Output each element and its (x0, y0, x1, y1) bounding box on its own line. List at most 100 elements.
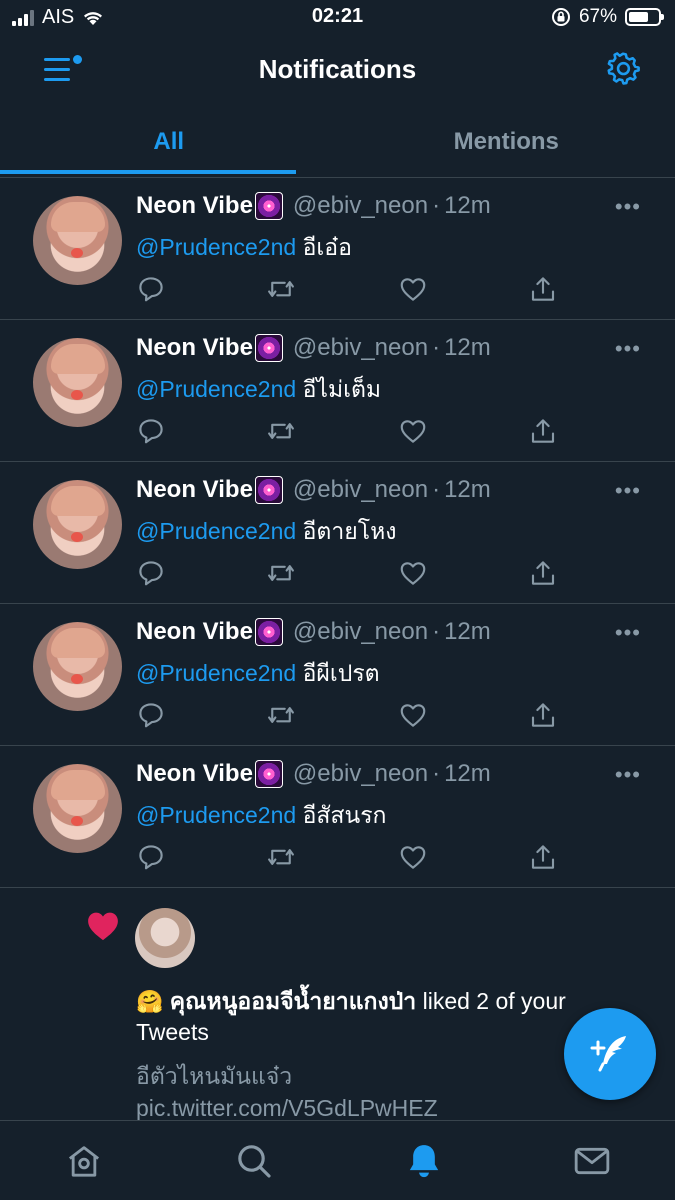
display-name[interactable]: Neon Vibe (136, 334, 253, 362)
tweet[interactable]: Neon Vibe @ebiv_neon · 12m ••• @Prudence… (0, 320, 675, 462)
display-name[interactable]: Neon Vibe (136, 760, 253, 788)
tweet-header: Neon Vibe @ebiv_neon · 12m (136, 760, 491, 788)
tweet-text: @Prudence2nd อีตายโหง (136, 514, 396, 550)
tweet-body: อีตายโหง (302, 518, 397, 544)
handle[interactable]: @ebiv_neon (293, 476, 428, 504)
tweet[interactable]: Neon Vibe @ebiv_neon · 12m ••• @Prudence… (0, 462, 675, 604)
share-icon[interactable] (528, 416, 558, 446)
reply-icon[interactable] (136, 700, 166, 730)
tweet-header: Neon Vibe @ebiv_neon · 12m (136, 334, 491, 362)
retweet-icon[interactable] (266, 274, 296, 304)
handle[interactable]: @ebiv_neon (293, 618, 428, 646)
more-options-icon[interactable]: ••• (615, 762, 641, 788)
mention-link[interactable]: @Prudence2nd (136, 376, 296, 402)
search-icon[interactable] (234, 1141, 274, 1181)
retweet-icon[interactable] (266, 842, 296, 872)
reply-icon[interactable] (136, 274, 166, 304)
sparkle-emoji-icon (254, 334, 283, 362)
avatar[interactable] (33, 764, 122, 853)
handle[interactable]: @ebiv_neon (293, 760, 428, 788)
timestamp: 12m (444, 760, 491, 787)
timestamp: 12m (444, 334, 491, 361)
liker-name[interactable]: คุณหนูออมจีน้ำยาแกงป่า (170, 988, 416, 1014)
display-name[interactable]: Neon Vibe (136, 618, 253, 646)
heart-outline-icon[interactable] (398, 558, 428, 588)
notification-feed[interactable]: Neon Vibe @ebiv_neon · 12m ••• @Prudence… (0, 178, 675, 1124)
avatar[interactable] (33, 338, 122, 427)
tweet-actions (136, 700, 566, 730)
mail-icon[interactable] (572, 1141, 612, 1181)
tweet-text: @Prudence2nd อีเอ๋อ (136, 230, 352, 266)
bell-icon[interactable] (404, 1141, 444, 1181)
gear-icon[interactable] (605, 50, 641, 86)
reply-icon[interactable] (136, 842, 166, 872)
share-icon[interactable] (528, 558, 558, 588)
tab-mentions[interactable]: Mentions (338, 106, 675, 177)
more-options-icon[interactable]: ••• (615, 478, 641, 504)
status-bar: AIS 02:21 67% (0, 0, 675, 36)
tweet-actions (136, 416, 566, 446)
mention-link[interactable]: @Prudence2nd (136, 518, 296, 544)
tweet-text: @Prudence2nd อีไม่เต็ม (136, 372, 381, 408)
tab-all[interactable]: All (0, 106, 338, 177)
tab-bar: All Mentions (0, 106, 675, 178)
tweet[interactable]: Neon Vibe @ebiv_neon · 12m ••• @Prudence… (0, 746, 675, 888)
handle[interactable]: @ebiv_neon (293, 334, 428, 362)
liker-avatar[interactable] (135, 908, 195, 968)
retweet-icon[interactable] (266, 700, 296, 730)
handle[interactable]: @ebiv_neon (293, 192, 428, 220)
more-options-icon[interactable]: ••• (615, 620, 641, 646)
heart-outline-icon[interactable] (398, 842, 428, 872)
avatar[interactable] (33, 622, 122, 711)
timestamp: 12m (444, 192, 491, 219)
display-name[interactable]: Neon Vibe (136, 192, 253, 220)
display-name[interactable]: Neon Vibe (136, 476, 253, 504)
heart-filled-icon (88, 912, 118, 941)
heart-outline-icon[interactable] (398, 274, 428, 304)
tweet-header: Neon Vibe @ebiv_neon · 12m (136, 192, 491, 220)
heart-outline-icon[interactable] (398, 416, 428, 446)
compose-tweet-button[interactable] (564, 1008, 656, 1100)
retweet-icon[interactable] (266, 416, 296, 446)
more-options-icon[interactable]: ••• (615, 194, 641, 220)
tweet[interactable]: Neon Vibe @ebiv_neon · 12m ••• @Prudence… (0, 604, 675, 746)
more-options-icon[interactable]: ••• (615, 336, 641, 362)
separator-dot: · (432, 192, 441, 219)
liked-tweet-preview[interactable]: อีตัวไหนมันแจ๋ว pic.twitter.com/V5GdLPwH… (136, 1060, 536, 1124)
sparkle-emoji-icon (254, 192, 283, 220)
mention-link[interactable]: @Prudence2nd (136, 660, 296, 686)
timestamp: 12m (444, 618, 491, 645)
share-icon[interactable] (528, 842, 558, 872)
tweet-header: Neon Vibe @ebiv_neon · 12m (136, 618, 491, 646)
compose-feather-icon (590, 1036, 626, 1072)
reply-icon[interactable] (136, 416, 166, 446)
separator-dot: · (432, 334, 441, 361)
battery-percent: 67% (578, 6, 617, 27)
tweet[interactable]: Neon Vibe @ebiv_neon · 12m ••• @Prudence… (0, 178, 675, 320)
mention-link[interactable]: @Prudence2nd (136, 234, 296, 260)
orientation-lock-icon (551, 8, 570, 26)
like-summary: 🤗 คุณหนูออมจีน้ำยาแกงป่า liked 2 of your… (136, 986, 636, 1048)
like-notification[interactable]: 🤗 คุณหนูออมจีน้ำยาแกงป่า liked 2 of your… (0, 888, 675, 1124)
reply-icon[interactable] (136, 558, 166, 588)
tweet-header: Neon Vibe @ebiv_neon · 12m (136, 476, 491, 504)
status-right: 67% (551, 6, 664, 28)
mention-link[interactable]: @Prudence2nd (136, 802, 296, 828)
heart-outline-icon[interactable] (398, 700, 428, 730)
sparkle-emoji-icon (254, 618, 283, 646)
share-icon[interactable] (528, 274, 558, 304)
tweet-actions (136, 842, 566, 872)
avatar[interactable] (33, 480, 122, 569)
home-icon[interactable] (64, 1141, 104, 1181)
avatar[interactable] (33, 196, 122, 285)
retweet-icon[interactable] (266, 558, 296, 588)
tweet-actions (136, 558, 566, 588)
separator-dot: · (432, 760, 441, 787)
hugging-face-emoji-icon: 🤗 (136, 989, 164, 1014)
share-icon[interactable] (528, 700, 558, 730)
header: Notifications (0, 36, 675, 106)
sparkle-emoji-icon (254, 760, 283, 788)
tweet-text: @Prudence2nd อีผีเปรต (136, 656, 380, 692)
tweet-body: อีเอ๋อ (302, 234, 352, 260)
sparkle-emoji-icon (254, 476, 283, 504)
